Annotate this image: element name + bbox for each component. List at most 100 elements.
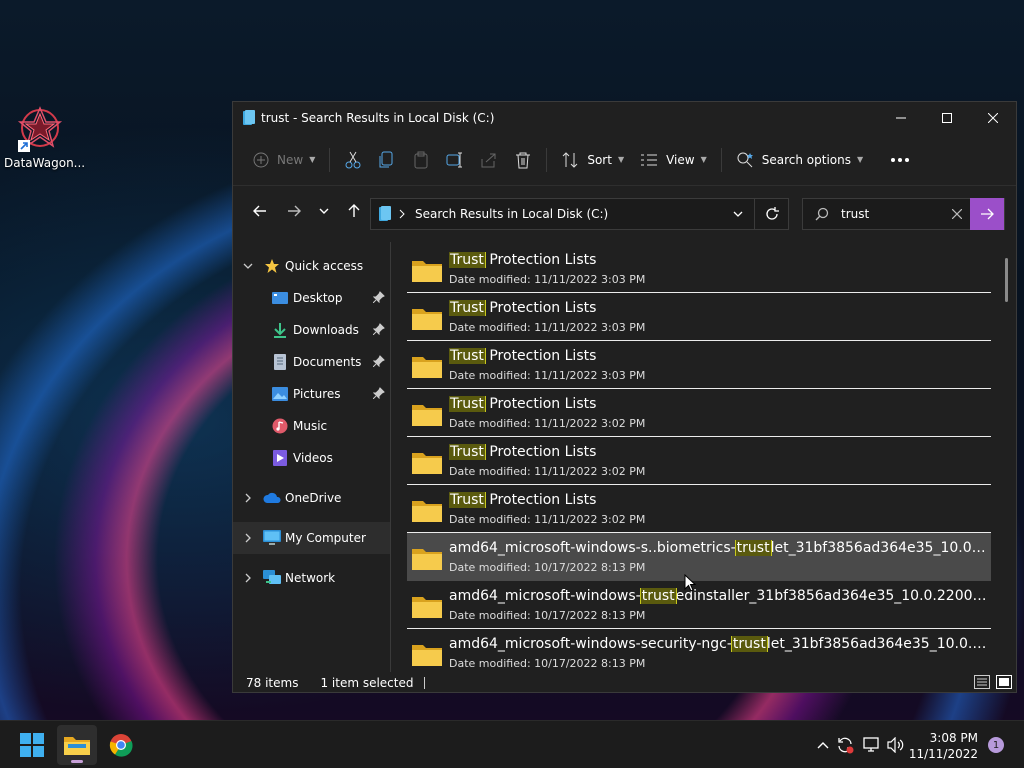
- toolbar-separator: [546, 147, 548, 172]
- nav-quick-access[interactable]: Quick access: [233, 250, 391, 282]
- result-row[interactable]: Trust Protection Lists Date modified: 11/…: [407, 389, 991, 437]
- nav-pictures[interactable]: Pictures: [233, 378, 391, 410]
- nav-label: Network: [285, 571, 336, 585]
- result-row[interactable]: amd64_microsoft-windows-security-ngc-tru…: [407, 629, 991, 670]
- search-box[interactable]: trust: [802, 198, 1005, 230]
- search-term-highlight: Trust: [449, 348, 486, 364]
- computer-icon: [263, 529, 281, 547]
- active-indicator: [71, 760, 83, 763]
- chevron-right-icon[interactable]: [233, 573, 263, 583]
- recent-locations-button[interactable]: [311, 196, 337, 226]
- nav-label: OneDrive: [285, 491, 342, 505]
- nav-downloads[interactable]: Downloads: [233, 314, 391, 346]
- nav-network[interactable]: Network: [233, 562, 391, 594]
- result-row[interactable]: Trust Protection Lists Date modified: 11/…: [407, 485, 991, 533]
- close-button[interactable]: [970, 102, 1016, 134]
- result-row[interactable]: Trust Protection Lists Date modified: 11/…: [407, 245, 991, 293]
- chevron-down-icon: [733, 211, 743, 217]
- start-button[interactable]: [12, 725, 52, 765]
- taskbar-clock[interactable]: 3:08 PM 11/11/2022: [909, 730, 978, 762]
- result-row[interactable]: Trust Protection Lists Date modified: 11/…: [407, 341, 991, 389]
- result-name-suffix: Protection Lists: [484, 492, 597, 508]
- chevron-down-icon: ▼: [617, 155, 625, 164]
- cut-button[interactable]: [336, 144, 370, 176]
- minimize-button[interactable]: [878, 102, 924, 134]
- result-row[interactable]: Trust Protection Lists Date modified: 11/…: [407, 437, 991, 485]
- nav-label: Desktop: [293, 291, 343, 305]
- item-count: 78 items: [246, 676, 299, 690]
- address-bar[interactable]: Search Results in Local Disk (C:): [370, 198, 789, 230]
- notification-badge[interactable]: 1: [988, 737, 1004, 753]
- result-name: amd64_microsoft-windows-s..biometrics-tr…: [449, 540, 989, 556]
- result-name: Trust Protection Lists: [449, 252, 989, 268]
- clear-search-button[interactable]: [944, 209, 970, 219]
- pin-icon: [372, 291, 385, 306]
- rename-button[interactable]: [438, 144, 472, 176]
- pin-icon: [372, 355, 385, 370]
- search-input[interactable]: trust: [841, 207, 944, 221]
- nav-videos[interactable]: Videos: [233, 442, 391, 474]
- copy-button[interactable]: [370, 144, 404, 176]
- chevron-right-icon[interactable]: [233, 493, 263, 503]
- forward-button[interactable]: [277, 196, 311, 226]
- search-results-list: Trust Protection Lists Date modified: 11/…: [407, 245, 991, 670]
- chevron-down-icon: ▼: [309, 155, 316, 164]
- result-name: Trust Protection Lists: [449, 348, 989, 364]
- result-name-suffix: let_31bf3856ad364e35_10.0.22000...: [770, 540, 989, 556]
- network-icon: [263, 569, 281, 587]
- up-button[interactable]: [337, 196, 371, 226]
- more-options-button[interactable]: [883, 144, 917, 176]
- chevron-down-icon[interactable]: [233, 262, 263, 270]
- arrow-left-icon: [253, 205, 266, 217]
- nav-music[interactable]: Music: [233, 410, 391, 442]
- search-go-button[interactable]: [970, 198, 1004, 230]
- search-results-icon: [243, 110, 255, 125]
- search-options-button[interactable]: Search options ▼: [728, 144, 871, 176]
- delete-button[interactable]: [506, 144, 540, 176]
- desktop-icon-datawagon[interactable]: DataWagon...: [4, 104, 85, 170]
- nav-desktop[interactable]: Desktop: [233, 282, 391, 314]
- nav-my-computer[interactable]: My Computer: [233, 522, 391, 554]
- sort-button[interactable]: Sort ▼: [553, 144, 632, 176]
- chevron-down-icon: ▼: [700, 155, 707, 164]
- back-button[interactable]: [243, 196, 277, 226]
- result-row[interactable]: amd64_microsoft-windows-s..biometrics-tr…: [407, 533, 991, 581]
- details-view-button[interactable]: [974, 675, 990, 692]
- toolbar-separator: [329, 147, 331, 172]
- result-date: Date modified: 11/11/2022 3:02 PM: [449, 513, 646, 526]
- tiles-view-button[interactable]: [996, 675, 1012, 692]
- refresh-button[interactable]: [754, 199, 788, 229]
- picture-icon: [271, 385, 289, 403]
- view-button[interactable]: View ▼: [632, 144, 715, 176]
- result-name-suffix: Protection Lists: [484, 252, 597, 268]
- nav-onedrive[interactable]: OneDrive: [233, 482, 391, 514]
- clock-time: 3:08 PM: [929, 731, 978, 745]
- sync-status-button[interactable]: [832, 736, 858, 754]
- minimize-icon: [896, 117, 906, 119]
- arrow-right-icon: [981, 208, 994, 220]
- paste-button[interactable]: [404, 144, 438, 176]
- search-term-highlight: trust: [730, 636, 768, 652]
- result-row[interactable]: amd64_microsoft-windows-trustedinstaller…: [407, 581, 991, 629]
- title-bar[interactable]: trust - Search Results in Local Disk (C:…: [233, 102, 1016, 134]
- taskbar-chrome[interactable]: [101, 725, 141, 765]
- share-button[interactable]: [472, 144, 506, 176]
- maximize-button[interactable]: [924, 102, 970, 134]
- result-name-suffix: Protection Lists: [484, 300, 597, 316]
- vertical-scrollbar[interactable]: [1005, 258, 1008, 302]
- pin-icon: [372, 323, 385, 338]
- selection-count: 1 item selected: [320, 676, 414, 690]
- navigation-pane: Quick access Desktop Downloads Documents…: [233, 242, 391, 672]
- chevron-down-icon: ▼: [857, 155, 864, 164]
- network-status-button[interactable]: [858, 737, 884, 753]
- nav-documents[interactable]: Documents: [233, 346, 391, 378]
- address-dropdown-button[interactable]: [722, 210, 754, 218]
- show-hidden-icons-button[interactable]: [814, 741, 832, 749]
- taskbar-file-explorer[interactable]: [57, 725, 97, 765]
- result-row[interactable]: Trust Protection Lists Date modified: 11/…: [407, 293, 991, 341]
- chevron-right-icon[interactable]: [233, 533, 263, 543]
- volume-button[interactable]: [884, 737, 908, 753]
- pane-splitter[interactable]: [390, 242, 391, 672]
- status-divider: [424, 677, 426, 689]
- new-button[interactable]: New ▼: [245, 144, 323, 176]
